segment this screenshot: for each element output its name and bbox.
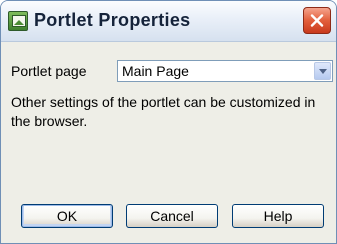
- close-button[interactable]: [303, 7, 331, 34]
- app-icon: [8, 11, 28, 31]
- close-icon: [310, 14, 324, 27]
- help-button[interactable]: Help: [232, 204, 324, 228]
- dialog-window: Portlet Properties Portlet page Main Pag…: [0, 0, 337, 244]
- dialog-title: Portlet Properties: [34, 10, 191, 30]
- chevron-down-icon[interactable]: [314, 62, 331, 80]
- portlet-page-value: Main Page: [122, 63, 189, 79]
- ok-button[interactable]: OK: [21, 204, 113, 228]
- portlet-page-select[interactable]: Main Page: [117, 60, 333, 82]
- portlet-page-label: Portlet page: [11, 63, 87, 79]
- cancel-button[interactable]: Cancel: [126, 204, 218, 228]
- title-bar[interactable]: Portlet Properties: [1, 1, 336, 42]
- info-text: Other settings of the portlet can be cus…: [11, 94, 316, 129]
